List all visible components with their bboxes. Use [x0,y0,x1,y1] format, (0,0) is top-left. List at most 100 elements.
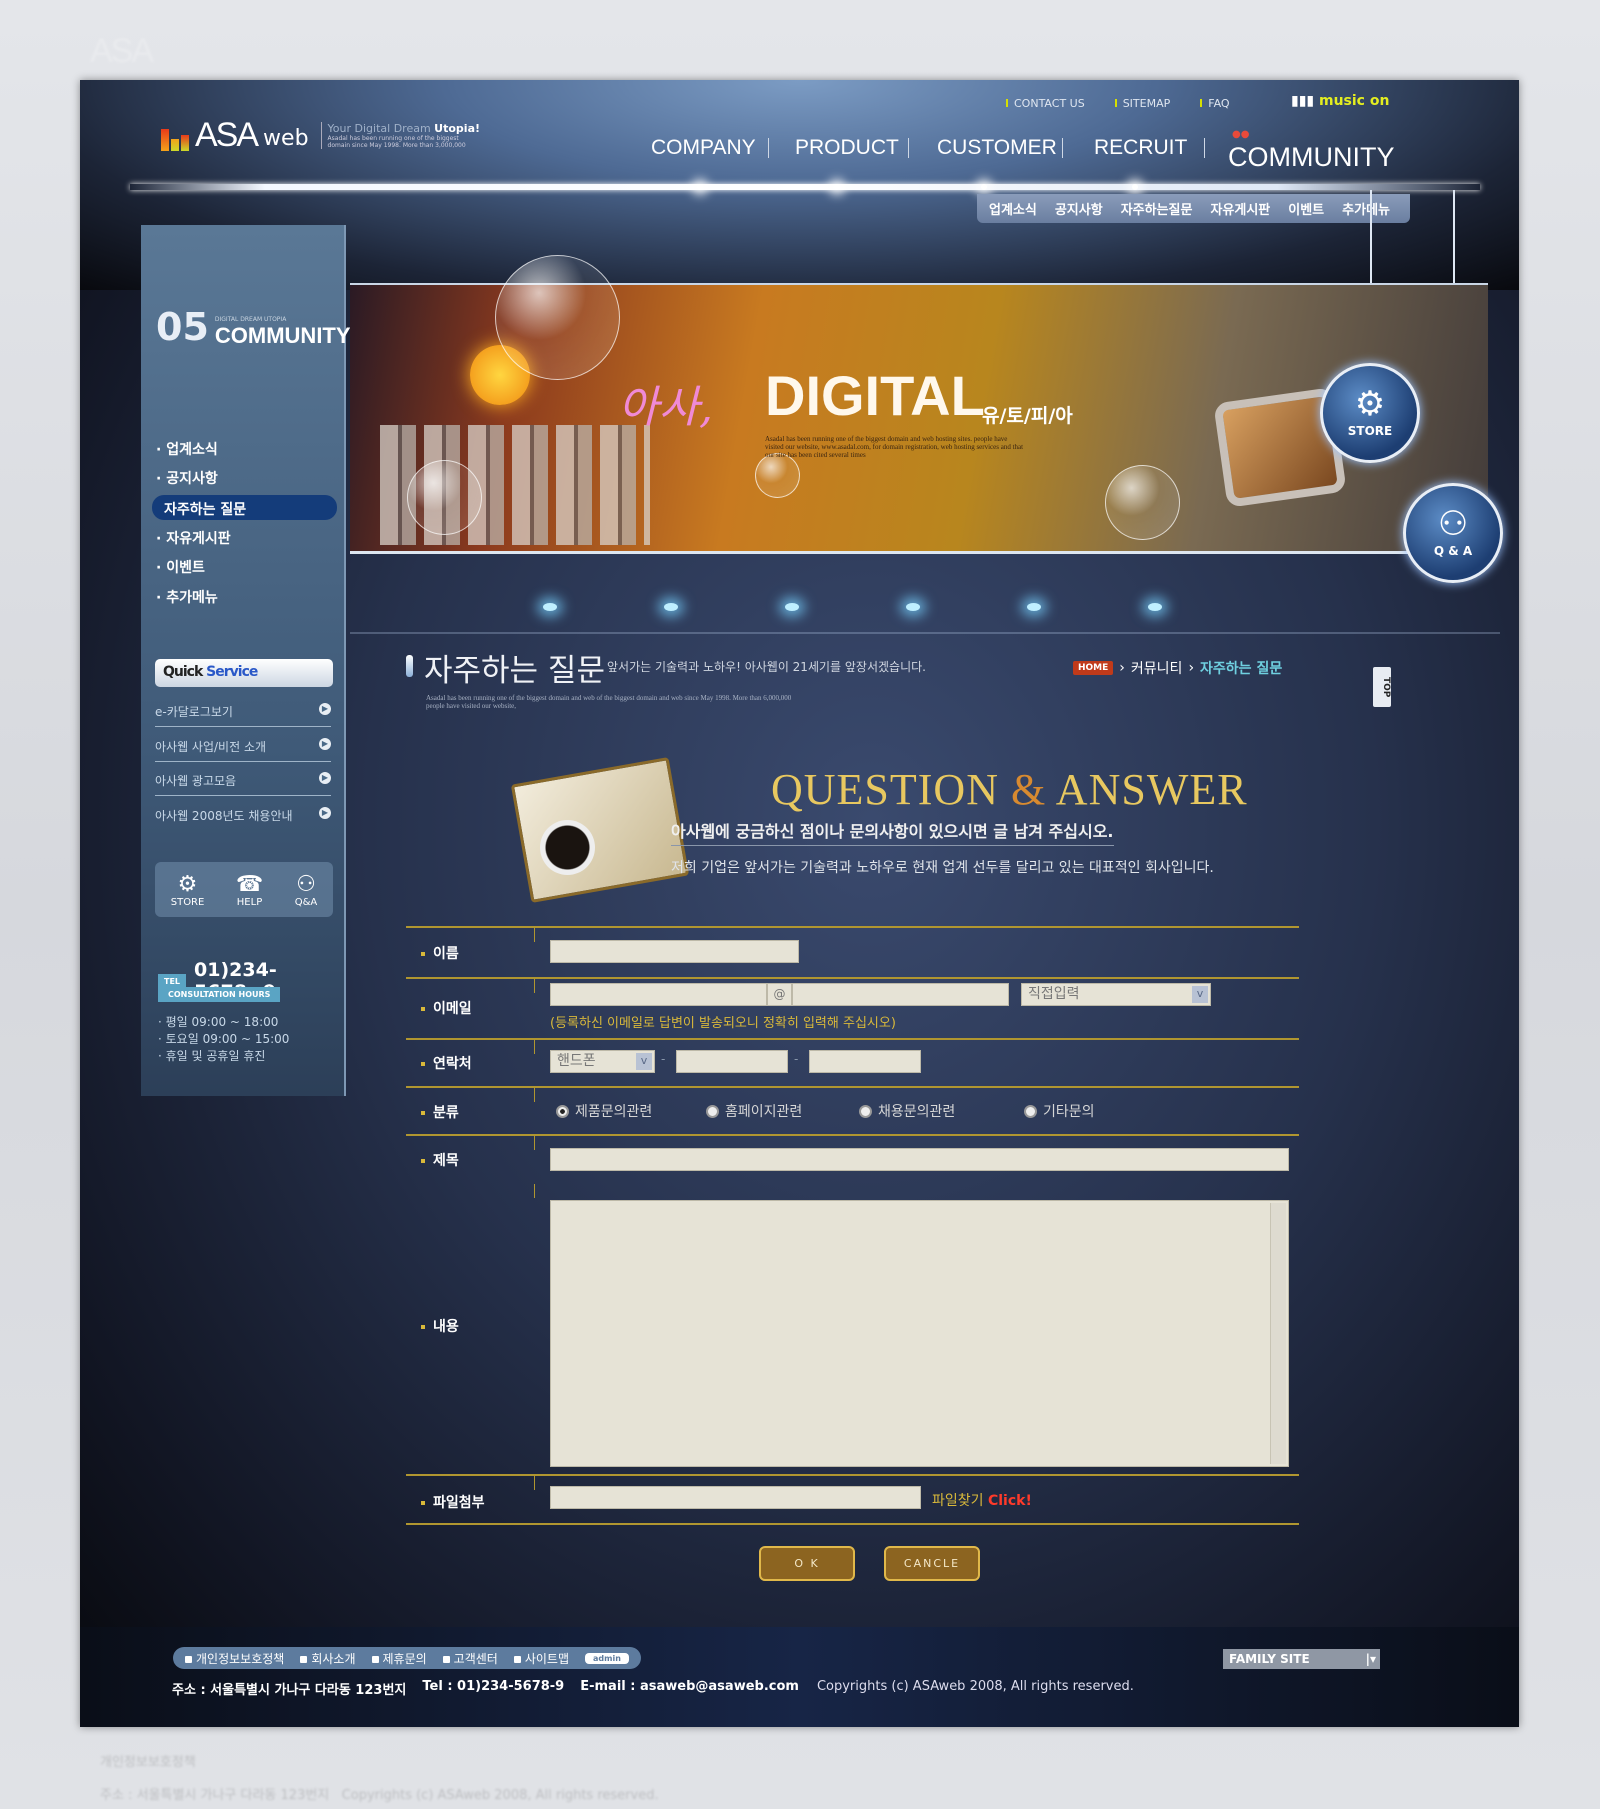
family-site-select[interactable]: FAMILY SITE |▾ [1223,1649,1380,1669]
logo-sub: web [263,126,309,151]
phone-label: 연락처 [421,1053,472,1073]
footer-link[interactable]: 제휴문의 [372,1650,427,1667]
reflection-text: Copyrights (c) ASAweb 2008, All rights r… [341,1788,659,1803]
file-find-button[interactable]: 파일찾기 Click! [932,1490,1032,1510]
name-input[interactable] [550,940,799,963]
page-panel: ASA web Your Digital Dream Utopia! Asada… [80,80,1519,1727]
subnav-item[interactable]: 업계소식 [989,199,1037,218]
sidebar-item[interactable]: · 이벤트 [156,557,205,577]
arrow-icon: ▶ [319,703,331,715]
category-radio[interactable]: 홈페이지관련 [706,1101,802,1121]
footer-link[interactable]: 회사소개 [300,1650,355,1667]
equalizer-icon [161,129,189,151]
category-radio[interactable]: 기타문의 [1024,1101,1095,1121]
page-description: Asadal has been running one of the bigge… [426,694,792,710]
email-local-input[interactable] [550,983,767,1006]
footer-email[interactable]: E-mail : asaweb@asaweb.com [580,1679,799,1698]
top-button[interactable]: TOP [1373,667,1391,707]
music-toggle[interactable]: ▮▮▮ music on [1291,93,1389,109]
subnav-item[interactable]: 자유게시판 [1210,199,1270,218]
tagline: Your Digital Dream [327,122,431,135]
logo[interactable]: ASA web Your Digital Dream Utopia! Asada… [161,116,480,155]
sidebar-item-active[interactable]: 자주하는 질문 [152,495,337,520]
faq-link[interactable]: FAQ [1200,97,1229,110]
qa-quick-button[interactable]: ⚇ Q&A [295,872,318,908]
nav-customer[interactable]: CUSTOMER [937,136,1057,160]
store-circle-button[interactable]: ⚙ STORE [1320,363,1420,463]
footer-links: 개인정보보호정책 회사소개 제휴문의 고객센터 사이트맵 admin [173,1647,641,1669]
sidebar-item[interactable]: · 자유게시판 [156,528,231,548]
phone-type-select[interactable]: 핸드폰 [550,1050,655,1073]
nav-product[interactable]: PRODUCT [795,136,899,160]
subnav-item[interactable]: 자주하는질문 [1121,199,1193,218]
nav-community[interactable]: COMMUNITY [1228,142,1394,173]
music-icon: ▮▮▮ [1291,93,1319,109]
email-at: @ [767,983,792,1006]
breadcrumb-home[interactable]: HOME [1073,661,1114,675]
radio-icon [859,1104,872,1118]
sidebar-item[interactable]: · 공지사항 [156,468,218,488]
reflection-text: 주소 : 서울특별시 가나구 다라동 123번지 [100,1788,330,1803]
category-label: 분류 [421,1102,459,1122]
admin-button[interactable]: admin [585,1652,629,1664]
nav-recruit[interactable]: RECRUIT [1094,136,1187,160]
sub-nav: 업계소식 공지사항 자주하는질문 자유게시판 이벤트 추가메뉴 [977,194,1410,223]
phone-last-input[interactable] [809,1050,921,1073]
file-input[interactable] [550,1486,921,1509]
category-radio[interactable]: 채용문의관련 [859,1101,955,1121]
sitemap-link[interactable]: SITEMAP [1115,97,1171,110]
sidebar: 05 DIGITAL DREAM UTOPIA COMMUNITY · 업계소식… [141,225,351,1096]
store-quick-button[interactable]: ⚙ STORE [171,872,205,908]
coffee-cup-image [540,820,595,875]
section-title: COMMUNITY [214,323,351,348]
help-quick-button[interactable]: ☎ HELP [236,872,263,908]
section-small: DIGITAL DREAM UTOPIA [214,316,287,323]
subject-input[interactable] [550,1148,1289,1171]
email-domain-select[interactable]: 직접입력 [1021,983,1211,1006]
arrow-icon: ▶ [319,807,331,819]
footer-address: 주소 : 서울특별시 가나구 다라동 123번지 [172,1683,407,1698]
gear-icon: ⚙ [1354,384,1386,424]
subnav-item[interactable]: 공지사항 [1055,199,1103,218]
scrollbar[interactable] [1270,1203,1286,1464]
file-label: 파일첨부 [421,1492,485,1512]
footer-link[interactable]: 고객센터 [443,1650,498,1667]
breadcrumb-parent[interactable]: 커뮤니티 [1131,658,1183,678]
logo-text: ASA [195,116,259,154]
banner-title: DIGITAL [765,364,985,427]
radio-icon [706,1104,719,1118]
subnav-item[interactable]: 이벤트 [1288,199,1324,218]
cancel-button[interactable]: CANCLE [884,1546,980,1581]
ok-button[interactable]: O K [759,1546,855,1581]
tagline-small: Asadal has been running one of the bigge… [327,135,466,149]
category-radio[interactable]: 제품문의관련 [556,1101,652,1121]
footer-copyright: Copyrights (c) ASAweb 2008, All rights r… [816,1679,1134,1694]
footer-link[interactable]: 개인정보보호정책 [185,1650,284,1667]
quick-item[interactable]: 아사웹 2008년도 채용안내 ▶ [155,807,331,830]
subnav-item[interactable]: 추가메뉴 [1342,199,1390,218]
arrow-icon: ▶ [319,772,331,784]
quick-item[interactable]: 아사웹 사업/비전 소개 ▶ [155,738,331,762]
people-icon: ⚇ [296,871,316,897]
sidebar-item[interactable]: · 업계소식 [156,439,218,459]
banner-small-text: Asadal has been running one of the bigge… [765,435,1024,459]
nav-company[interactable]: COMPANY [651,136,756,160]
arrow-icon: ▶ [319,738,331,750]
content-textarea[interactable] [550,1200,1289,1467]
header-reflection: ASA [90,32,154,71]
contact-us-link[interactable]: CONTACT US [1006,97,1085,110]
qa-line2: 저희 기업은 앞서가는 기술력과 노하우로 현재 업계 선두를 달리고 있는 대… [671,860,1214,876]
phone-middle-input[interactable] [676,1050,788,1073]
radio-icon [556,1104,569,1118]
title-bar-icon [406,655,413,677]
quick-item[interactable]: 아사웹 광고모음 ▶ [155,772,331,796]
email-label: 이메일 [421,998,472,1018]
quick-item[interactable]: e-카달로그보기 ▶ [155,703,331,727]
quick-service-header: Quick Service [155,659,333,687]
footer-reflection: 개인정보보호정책 주소 : 서울특별시 가나구 다라동 123번지 Copyri… [100,1745,1460,1809]
qa-circle-button[interactable]: ⚇ Q & A [1403,483,1503,583]
dash: - [794,1052,799,1066]
sidebar-item[interactable]: · 추가메뉴 [156,587,218,607]
email-domain-input[interactable] [792,983,1009,1006]
footer-link[interactable]: 사이트맵 [514,1650,569,1667]
